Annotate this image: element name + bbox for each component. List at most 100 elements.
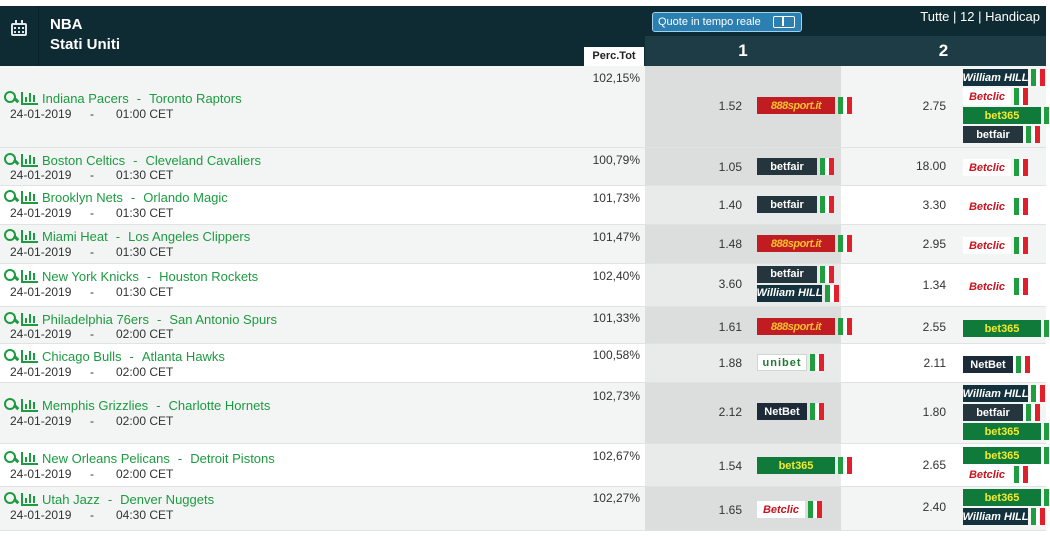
away-team[interactable]: Detroit Pistons	[190, 451, 275, 466]
home-team[interactable]: New Orleans Pelicans	[42, 451, 170, 466]
match-link[interactable]: New Orleans Pelicans - Detroit Pistons	[4, 450, 275, 466]
stats-chart-icon[interactable]	[21, 492, 38, 506]
bookmaker-logo-betclic[interactable]: Betclic	[963, 237, 1029, 254]
away-team[interactable]: Denver Nuggets	[120, 492, 214, 507]
home-team[interactable]: Boston Celtics	[42, 153, 125, 168]
bookmaker-logo-betclic[interactable]: Betclic	[757, 501, 823, 518]
away-team[interactable]: San Antonio Spurs	[169, 312, 277, 327]
odd-away[interactable]: 3.30	[906, 198, 946, 212]
odd-home[interactable]: 1.52	[702, 99, 742, 113]
bookmaker-logo-bet365[interactable]: bet365	[963, 320, 1050, 337]
bookmaker-logo-bet365[interactable]: bet365	[963, 489, 1050, 506]
bookmaker-logo-888sport-it[interactable]: 888sport.it	[757, 235, 853, 252]
away-team[interactable]: Toronto Raptors	[149, 91, 242, 106]
bookmaker-logo-betclic[interactable]: Betclic	[963, 466, 1029, 483]
away-team[interactable]: Houston Rockets	[159, 269, 258, 284]
match-link[interactable]: Chicago Bulls - Atlanta Hawks	[4, 348, 225, 364]
odd-away[interactable]: 2.55	[906, 320, 946, 334]
search-icon[interactable]	[4, 190, 18, 204]
odd-home[interactable]: 1.65	[702, 503, 742, 517]
search-icon[interactable]	[4, 229, 18, 243]
odd-away[interactable]: 2.65	[906, 458, 946, 472]
home-team[interactable]: Utah Jazz	[42, 492, 100, 507]
bookmaker-logo-betclic[interactable]: Betclic	[963, 88, 1029, 105]
odd-away[interactable]: 2.95	[906, 237, 946, 251]
stats-chart-icon[interactable]	[21, 91, 38, 105]
match-link[interactable]: Boston Celtics - Cleveland Cavaliers	[4, 152, 261, 168]
search-icon[interactable]	[4, 269, 18, 283]
match-link[interactable]: Brooklyn Nets - Orlando Magic	[4, 189, 228, 205]
live-odds-toggle-button[interactable]: Quote in tempo reale	[652, 12, 802, 32]
stats-chart-icon[interactable]	[21, 312, 38, 326]
match-link[interactable]: New York Knicks - Houston Rockets	[4, 268, 258, 284]
bookmaker-logo-william-hill[interactable]: William HILL	[963, 508, 1046, 525]
bookmaker-logo-bet365[interactable]: bet365	[757, 457, 853, 474]
match-link[interactable]: Utah Jazz - Denver Nuggets	[4, 491, 214, 507]
bookmaker-logo-bet365[interactable]: bet365	[963, 107, 1050, 124]
odd-home[interactable]: 1.40	[702, 198, 742, 212]
stats-chart-icon[interactable]	[21, 153, 38, 167]
odd-away[interactable]: 2.11	[906, 356, 946, 370]
market-filters[interactable]: Tutte | 12 | Handicap	[890, 9, 1040, 25]
bookmaker-logo-william-hill[interactable]: William HILL	[963, 69, 1046, 86]
search-icon[interactable]	[4, 451, 18, 465]
search-icon[interactable]	[4, 492, 18, 506]
bookmaker-logo-betclic[interactable]: Betclic	[963, 159, 1029, 176]
home-team[interactable]: New York Knicks	[42, 269, 139, 284]
away-team[interactable]: Atlanta Hawks	[142, 349, 225, 364]
away-team[interactable]: Cleveland Cavaliers	[145, 153, 261, 168]
match-link[interactable]: Indiana Pacers - Toronto Raptors	[4, 90, 242, 106]
odd-away[interactable]: 18.00	[906, 159, 946, 173]
odd-away[interactable]: 1.34	[906, 278, 946, 292]
bookmaker-logo-betfair[interactable]: betfair	[963, 404, 1041, 421]
bookmaker-logo-888sport-it[interactable]: 888sport.it	[757, 318, 853, 335]
home-team[interactable]: Indiana Pacers	[42, 91, 129, 106]
search-icon[interactable]	[4, 349, 18, 363]
home-team[interactable]: Philadelphia 76ers	[42, 312, 149, 327]
stats-chart-icon[interactable]	[21, 190, 38, 204]
away-team[interactable]: Los Angeles Clippers	[128, 229, 250, 244]
stats-chart-icon[interactable]	[21, 349, 38, 363]
bookmaker-logo-unibet[interactable]: unibet	[757, 354, 825, 371]
odd-home[interactable]: 1.05	[702, 160, 742, 174]
odd-home[interactable]: 1.48	[702, 237, 742, 251]
home-team[interactable]: Chicago Bulls	[42, 349, 122, 364]
odd-home[interactable]: 2.12	[702, 405, 742, 419]
bookmaker-logo-betfair[interactable]: betfair	[963, 126, 1041, 143]
bookmaker-logo-betclic[interactable]: Betclic	[963, 278, 1029, 295]
odd-away[interactable]: 2.75	[906, 99, 946, 113]
stats-chart-icon[interactable]	[21, 451, 38, 465]
odd-home[interactable]: 1.61	[702, 320, 742, 334]
bookmaker-logo-bet365[interactable]: bet365	[963, 447, 1050, 464]
bookmaker-logo-betfair[interactable]: betfair	[757, 196, 835, 213]
home-team[interactable]: Miami Heat	[42, 229, 108, 244]
bookmaker-logo-william-hill[interactable]: William HILL	[757, 284, 840, 302]
stats-chart-icon[interactable]	[21, 398, 38, 412]
bookmaker-logo-betfair[interactable]: betfair	[757, 158, 835, 175]
bookmaker-logo-betclic[interactable]: Betclic	[963, 198, 1029, 215]
bookmaker-logo-netbet[interactable]: NetBet	[963, 356, 1031, 373]
bookmaker-logo-netbet[interactable]: NetBet	[757, 403, 825, 420]
bookmaker-logo-betfair[interactable]: betfair	[757, 265, 835, 283]
odd-away[interactable]: 2.40	[906, 500, 946, 514]
match-link[interactable]: Memphis Grizzlies - Charlotte Hornets	[4, 397, 270, 413]
calendar-icon[interactable]	[11, 20, 27, 36]
bookmaker-logo-888sport-it[interactable]: 888sport.it	[757, 97, 853, 114]
odd-home[interactable]: 1.88	[702, 356, 742, 370]
match-link[interactable]: Philadelphia 76ers - San Antonio Spurs	[4, 311, 277, 327]
search-icon[interactable]	[4, 91, 18, 105]
odd-home[interactable]: 3.60	[702, 277, 742, 291]
odd-away[interactable]: 1.80	[906, 405, 946, 419]
home-team[interactable]: Memphis Grizzlies	[42, 398, 148, 413]
stats-chart-icon[interactable]	[21, 229, 38, 243]
odd-home[interactable]: 1.54	[702, 459, 742, 473]
search-icon[interactable]	[4, 398, 18, 412]
match-link[interactable]: Miami Heat - Los Angeles Clippers	[4, 228, 250, 244]
away-team[interactable]: Orlando Magic	[143, 190, 228, 205]
bookmaker-logo-william-hill[interactable]: William HILL	[963, 385, 1046, 402]
home-team[interactable]: Brooklyn Nets	[42, 190, 123, 205]
search-icon[interactable]	[4, 153, 18, 167]
stats-chart-icon[interactable]	[21, 269, 38, 283]
away-team[interactable]: Charlotte Hornets	[169, 398, 271, 413]
search-icon[interactable]	[4, 312, 18, 326]
